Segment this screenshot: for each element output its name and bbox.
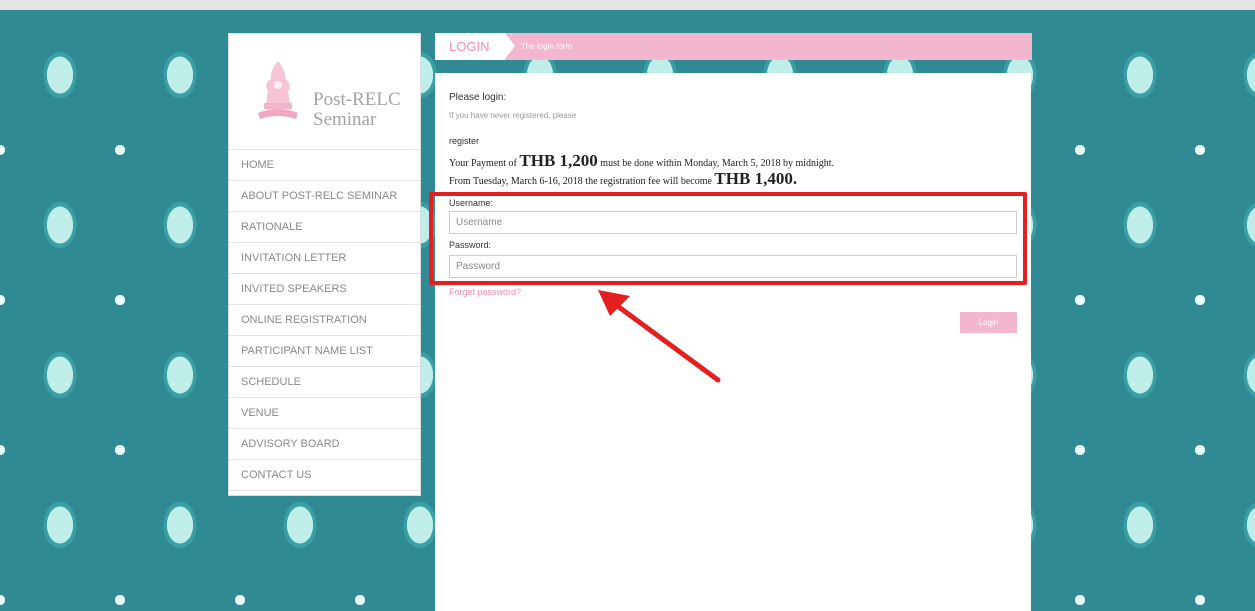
payment-notice-1: Your Payment of THB 1,200 must be done w… [449, 151, 834, 171]
payment-notice-1-post: must be done within Monday, March 5, 201… [597, 158, 835, 169]
payment-notice-2-pre: From Tuesday, March 6-16, 2018 the regis… [449, 176, 715, 187]
payment-notice-2: From Tuesday, March 6-16, 2018 the regis… [449, 169, 797, 189]
sidebar-item-invitation-letter[interactable]: INVITATION LETTER [229, 243, 420, 274]
sidebar-item-contact-us[interactable]: CONTACT US [229, 460, 420, 491]
annotation-arrow-icon [598, 290, 721, 383]
register-link[interactable]: register [449, 136, 479, 146]
payment-notice-1-pre: Your Payment of [449, 158, 520, 169]
brand[interactable]: Post-RELC Seminar [229, 34, 420, 149]
sidebar-item-home[interactable]: HOME [229, 150, 420, 181]
annotation-highlight-box [429, 192, 1027, 285]
payment-amount-2: THB 1,400. [714, 169, 798, 188]
breadcrumb: The login form [521, 42, 573, 51]
brand-title: Post-RELC [313, 89, 401, 110]
payment-amount-1: THB 1,200 [519, 151, 598, 170]
sidebar-item-participant-list[interactable]: PARTICIPANT NAME LIST [229, 336, 420, 367]
university-emblem-icon [258, 61, 298, 119]
sidebar-item-advisory-board[interactable]: ADVISORY BOARD [229, 429, 420, 460]
page-header: LOGIN The login form [435, 33, 1032, 60]
sidebar-item-rationale[interactable]: RATIONALE [229, 212, 420, 243]
login-button[interactable]: Login [960, 312, 1017, 333]
login-panel: Please login: If you have never register… [435, 73, 1031, 611]
sidebar: Post-RELC Seminar HOME ABOUT POST-RELC S… [228, 33, 421, 496]
never-registered-text: If you have never registered, please [449, 111, 577, 120]
sidebar-item-venue[interactable]: VENUE [229, 398, 420, 429]
sidebar-item-schedule[interactable]: SCHEDULE [229, 367, 420, 398]
sidebar-item-online-registration[interactable]: ONLINE REGISTRATION [229, 305, 420, 336]
sidebar-nav: HOME ABOUT POST-RELC SEMINAR RATIONALE I… [229, 149, 420, 491]
brand-subtitle: Seminar [313, 109, 377, 130]
browser-top-strip [0, 0, 1255, 10]
please-login-heading: Please login: [449, 92, 507, 103]
forget-password-link[interactable]: Forget password? [449, 287, 521, 297]
page-title: LOGIN [435, 33, 515, 60]
sidebar-item-invited-speakers[interactable]: INVITED SPEAKERS [229, 274, 420, 305]
sidebar-item-about[interactable]: ABOUT POST-RELC SEMINAR [229, 181, 420, 212]
